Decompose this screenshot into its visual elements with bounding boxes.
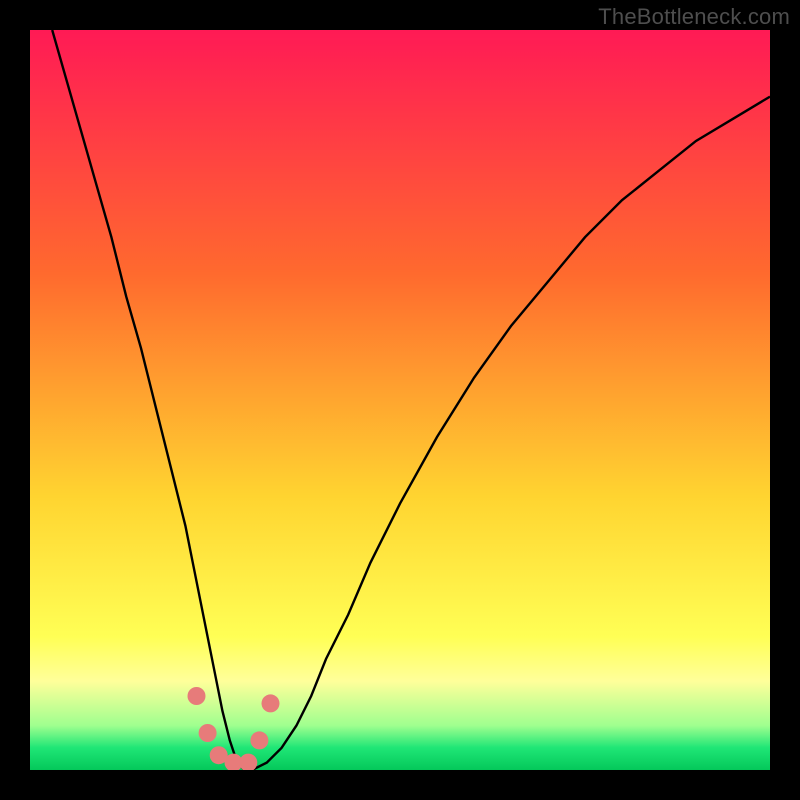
watermark-text: TheBottleneck.com [598,4,790,30]
data-marker [262,694,280,712]
plot-svg [30,30,770,770]
data-marker [199,724,217,742]
plot-area [30,30,770,770]
data-marker [188,687,206,705]
chart-frame: TheBottleneck.com [0,0,800,800]
data-marker [250,731,268,749]
gradient-background [30,30,770,770]
